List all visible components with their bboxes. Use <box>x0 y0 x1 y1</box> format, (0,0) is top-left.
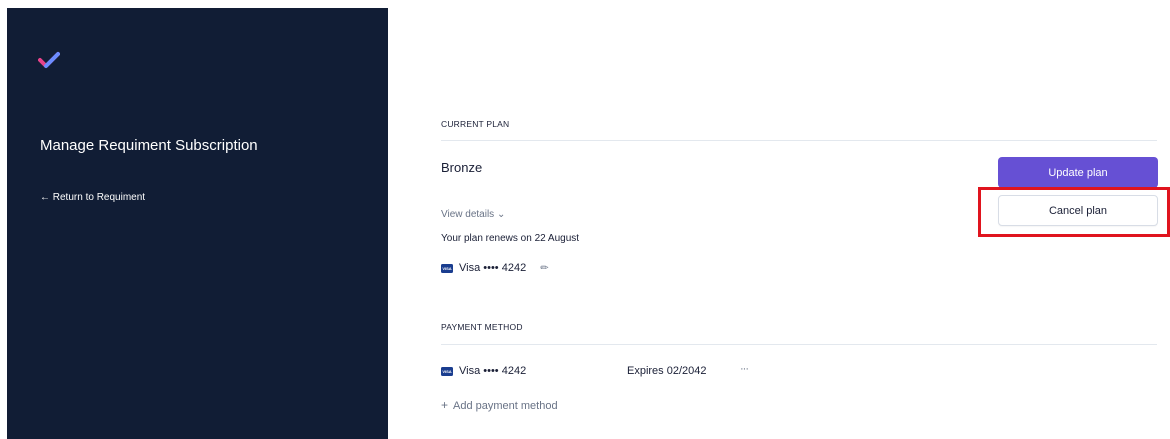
more-options-icon[interactable]: ··· <box>740 363 749 375</box>
divider <box>441 344 1157 345</box>
return-link[interactable]: ← Return to Requiment <box>40 192 145 203</box>
view-details-label: View details <box>441 209 495 220</box>
sidebar: Manage Requiment Subscription ← Return t… <box>7 8 388 439</box>
current-plan-label: CURRENT PLAN <box>441 119 510 129</box>
payment-card-row: VISA Visa •••• 4242 <box>441 365 526 377</box>
divider <box>441 140 1157 141</box>
payment-method-label: PAYMENT METHOD <box>441 322 523 332</box>
pencil-icon[interactable]: ✏ <box>540 263 548 274</box>
card-label: Visa •••• 4242 <box>459 365 527 377</box>
add-payment-method-label: Add payment method <box>453 400 558 412</box>
checkmark-logo-icon <box>38 52 60 68</box>
visa-card-icon: VISA <box>441 366 453 376</box>
visa-card-icon: VISA <box>441 263 453 273</box>
plus-icon: + <box>441 398 449 412</box>
update-plan-button[interactable]: Update plan <box>998 157 1158 188</box>
chevron-down-icon: ⌄ <box>496 209 506 220</box>
plan-name: Bronze <box>441 160 483 175</box>
highlight-annotation <box>978 187 1170 237</box>
plan-card-row: VISA Visa •••• 4242 ✏ <box>441 262 549 274</box>
renewal-text: Your plan renews on 22 August <box>441 233 580 244</box>
page-title: Manage Requiment Subscription <box>40 137 258 154</box>
card-expiry: Expires 02/2042 <box>627 365 707 377</box>
card-label: Visa •••• 4242 <box>459 262 527 274</box>
view-details-link[interactable]: View details ⌄ <box>441 209 505 220</box>
add-payment-method-link[interactable]: + Add payment method <box>441 398 558 412</box>
